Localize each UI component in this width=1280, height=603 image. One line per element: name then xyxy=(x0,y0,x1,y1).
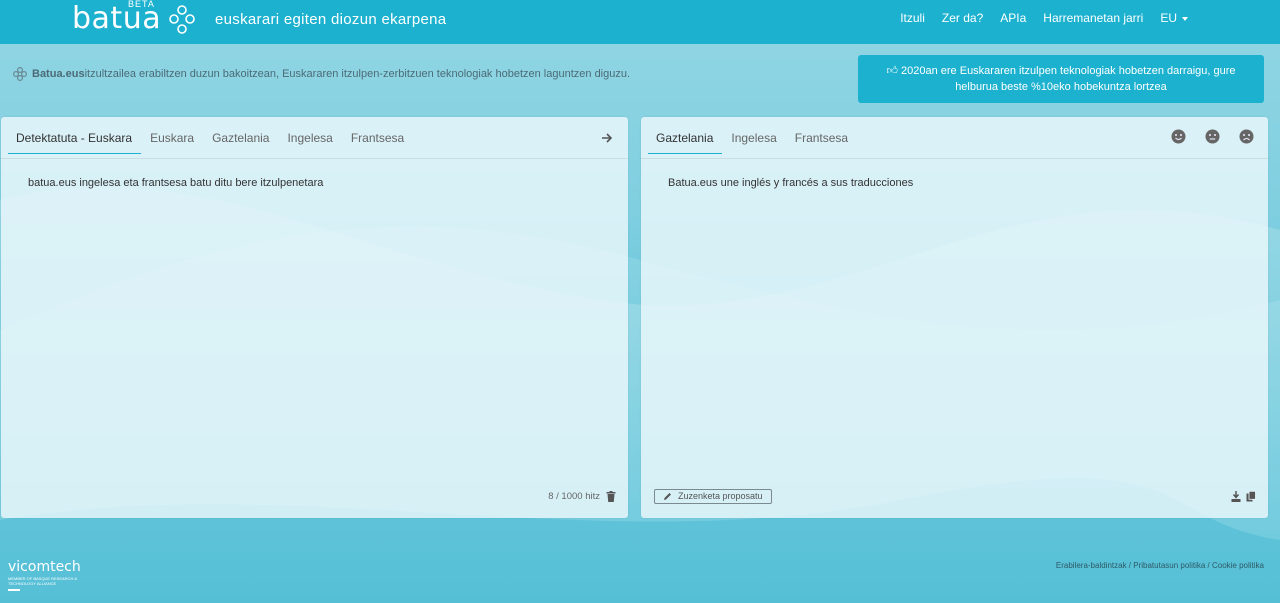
rating-faces xyxy=(1171,129,1254,144)
info-message: Batua.eus itzultzailea erabiltzen duzun … xyxy=(12,66,630,82)
footer-links: Erabilera-baldintzak / Pribatutasun poli… xyxy=(1056,561,1264,570)
thumbs-up-icon: 👍︎ xyxy=(886,65,902,77)
download-icon[interactable] xyxy=(1231,491,1241,502)
banner-line-1: 2020an ere Euskararen itzulpen teknologi… xyxy=(901,65,1236,77)
word-counter: 8 / 1000 hitz xyxy=(548,491,600,502)
info-brand: Batua.eus xyxy=(32,68,85,80)
nav-zer-da[interactable]: Zer da? xyxy=(942,11,983,25)
pencil-icon xyxy=(664,493,671,500)
tagline: euskarari egiten diozun ekarpena xyxy=(215,11,447,28)
target-tab-gaztelania[interactable]: Gaztelania xyxy=(648,129,723,154)
beta-badge: BETA xyxy=(128,0,155,9)
source-tab-gaztelania[interactable]: Gaztelania xyxy=(204,129,278,154)
footer-separator: / xyxy=(1205,561,1212,570)
source-tab-frantsesa[interactable]: Frantsesa xyxy=(343,129,413,154)
batua-logo[interactable]: batua BETA xyxy=(70,0,200,44)
target-tab-frantsesa[interactable]: Frantsesa xyxy=(787,129,857,154)
banner-line-2: helburua beste %10eko hobekuntza lortzea xyxy=(955,81,1167,93)
propose-correction-label: Zuzenketa proposatu xyxy=(678,491,763,501)
nav-contact[interactable]: Harremanetan jarri xyxy=(1043,11,1143,25)
vicomtech-subtitle: MEMBER OF BASQUE RESEARCH & TECHNOLOGY A… xyxy=(8,576,78,586)
source-textarea[interactable]: batua.eus ingelesa eta frantsesa batu di… xyxy=(28,177,323,189)
vicomtech-logo[interactable]: vicomtech MEMBER OF BASQUE RESEARCH & TE… xyxy=(8,559,81,591)
info-text: itzultzailea erabiltzen duzun bakoitzean… xyxy=(84,68,631,80)
batua-small-logo-icon xyxy=(12,66,28,82)
language-label: EU xyxy=(1160,11,1177,25)
footer-link-privacy[interactable]: Pribatutasun politika xyxy=(1133,561,1205,570)
copy-icon[interactable] xyxy=(1246,491,1256,502)
sad-face-icon[interactable] xyxy=(1239,129,1254,144)
main-nav: Itzuli Zer da? APIa Harremanetan jarri E… xyxy=(900,11,1188,25)
top-navbar: batua BETA euskarari egiten diozun ekarp… xyxy=(0,0,1280,44)
arrow-right-icon[interactable] xyxy=(600,131,614,145)
nav-api[interactable]: APIa xyxy=(1000,11,1026,25)
target-tab-ingelesa[interactable]: Ingelesa xyxy=(723,129,785,154)
footer-link-cookies[interactable]: Cookie politika xyxy=(1212,561,1264,570)
happy-face-icon[interactable] xyxy=(1171,129,1186,144)
target-panel: Gaztelania Ingelesa Frantsesa Batua.eus … xyxy=(641,117,1268,518)
source-panel: Detektatuta - Euskara Euskara Gaztelania… xyxy=(1,117,628,518)
logo-circles-icon xyxy=(169,5,195,34)
footer-link-terms[interactable]: Erabilera-baldintzak xyxy=(1056,561,1127,570)
target-tabbar: Gaztelania Ingelesa Frantsesa xyxy=(641,117,1268,159)
language-dropdown[interactable]: EU xyxy=(1160,11,1188,25)
vicomtech-underline xyxy=(8,589,20,591)
source-tab-euskara[interactable]: Euskara xyxy=(142,129,203,154)
announcement-banner: 👍︎ 2020an ere Euskararen itzulpen teknol… xyxy=(858,55,1264,103)
source-tabbar: Detektatuta - Euskara Euskara Gaztelania… xyxy=(1,117,628,159)
neutral-face-icon[interactable] xyxy=(1205,129,1220,144)
vicomtech-name: vicomtech xyxy=(8,559,81,575)
source-tab-ingelesa[interactable]: Ingelesa xyxy=(279,129,341,154)
trash-icon[interactable] xyxy=(606,491,616,502)
nav-itzuli[interactable]: Itzuli xyxy=(900,11,925,25)
propose-correction-button[interactable]: Zuzenketa proposatu xyxy=(654,489,772,504)
source-tab-detected[interactable]: Detektatuta - Euskara xyxy=(8,129,142,154)
caret-down-icon xyxy=(1182,16,1188,21)
translation-output: Batua.eus une inglés y francés a sus tra… xyxy=(668,177,914,189)
